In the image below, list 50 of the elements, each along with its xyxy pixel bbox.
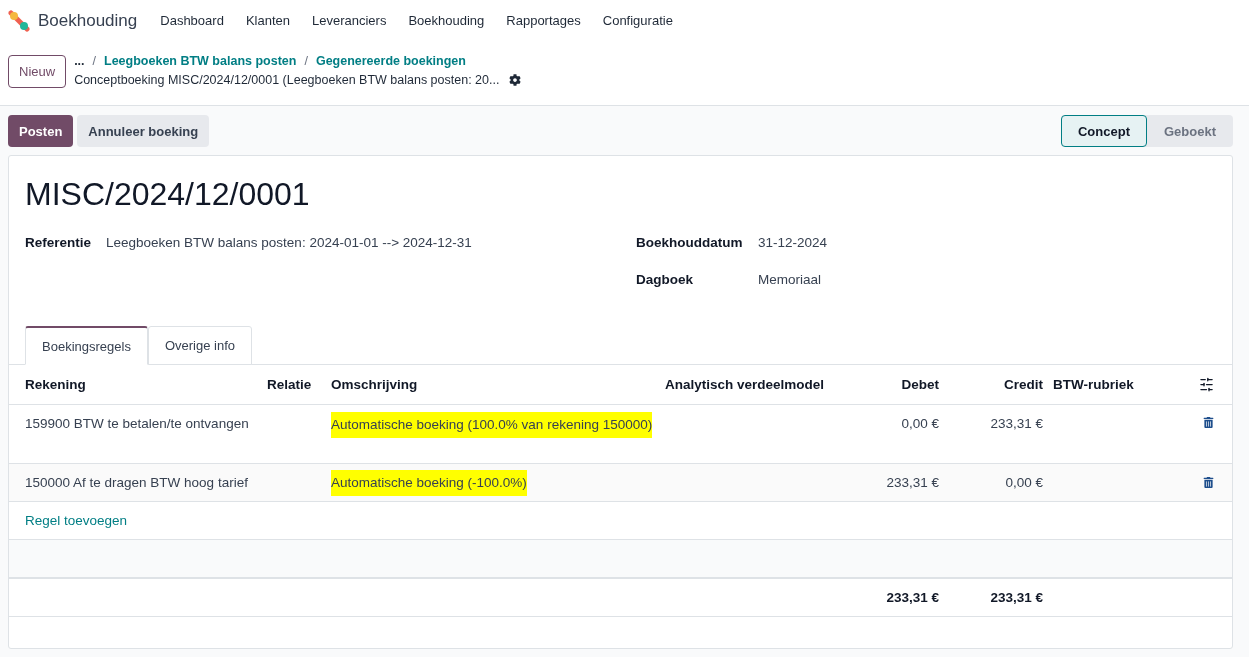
entry-name: MISC/2024/12/0001 xyxy=(24,175,311,214)
breadcrumb-link[interactable]: Gegenereerde boekingen xyxy=(315,54,466,68)
column-header[interactable]: BTW-rubriek xyxy=(1043,377,1193,392)
field-value[interactable]: Leegboeken BTW balans posten: 2024-01-01 --> 2024-12-31 xyxy=(106,234,472,250)
table-cell-text: 150000 Af te dragen BTW hoog tarief xyxy=(25,475,249,490)
table-cell-text: 159900 BTW te betalen/te ontvangen xyxy=(25,415,250,431)
app-logo-icon xyxy=(8,9,30,32)
status-stage[interactable]: Concept xyxy=(1061,115,1147,147)
column-header[interactable]: Analytisch verdeelmodel xyxy=(665,377,855,392)
field-label: Dagboek xyxy=(636,271,694,287)
app-name[interactable]: Boekhouding xyxy=(38,10,138,31)
column-settings-icon[interactable] xyxy=(1199,377,1214,392)
credit-total: 233,31 € xyxy=(989,590,1043,605)
field-label: Boekhouddatum xyxy=(636,234,744,250)
debit-total: 233,31 € xyxy=(885,590,939,605)
menu-item[interactable]: Klanten xyxy=(234,13,301,28)
menu-item[interactable]: Configuratie xyxy=(591,13,684,28)
table-cell: Automatische boeking (-100.0%) xyxy=(331,469,527,496)
column-header[interactable]: Rekening xyxy=(25,377,267,392)
breadcrumb-link[interactable]: Leegboeken BTW balans posten xyxy=(104,54,297,68)
add-line-link[interactable]: Regel toevoegen xyxy=(25,513,267,528)
tab[interactable]: Boekingsregels xyxy=(25,326,148,365)
field-label: Referentie xyxy=(25,234,93,250)
breadcrumb-separator: / xyxy=(304,54,308,68)
delete-icon[interactable] xyxy=(1203,477,1214,488)
breadcrumb-separator: / xyxy=(92,54,97,68)
table-cell: Automatische boeking (100.0% van rekening 150000) xyxy=(331,412,653,438)
delete-icon[interactable] xyxy=(1203,417,1214,428)
menu-item[interactable]: Leveranciers xyxy=(300,13,398,28)
column-header[interactable]: Credit xyxy=(939,377,1043,392)
settings-icon[interactable] xyxy=(509,74,522,86)
field-value[interactable]: 31-12-2024 xyxy=(758,234,828,250)
field-value[interactable]: Memoriaal xyxy=(758,271,822,287)
menu-item[interactable]: Boekhouding xyxy=(397,13,496,28)
record-title: Conceptboeking MISC/2024/12/0001 (Leegboeken BTW balans posten: 20... xyxy=(74,73,500,87)
action-button[interactable]: Posten xyxy=(8,115,74,147)
menu-item[interactable]: Dashboard xyxy=(149,13,235,28)
column-header[interactable]: Relatie xyxy=(267,377,331,392)
table-cell-text: 0,00 € xyxy=(900,415,939,431)
tab[interactable]: Overige info xyxy=(147,326,252,365)
new-button[interactable]: Nieuw xyxy=(8,55,67,88)
table-cell-text: 233,31 € xyxy=(989,415,1043,431)
table-cell-text: 0,00 € xyxy=(1004,475,1043,490)
action-button[interactable]: Annuleer boeking xyxy=(77,115,210,147)
status-stage[interactable]: Geboekt xyxy=(1147,115,1233,147)
menu-item[interactable]: Rapportages xyxy=(495,13,592,28)
breadcrumb-more[interactable]: ... xyxy=(74,54,85,68)
column-header[interactable]: Debet xyxy=(855,377,939,392)
column-header[interactable]: Omschrijving xyxy=(331,377,665,392)
table-cell-text: 233,31 € xyxy=(885,475,939,490)
